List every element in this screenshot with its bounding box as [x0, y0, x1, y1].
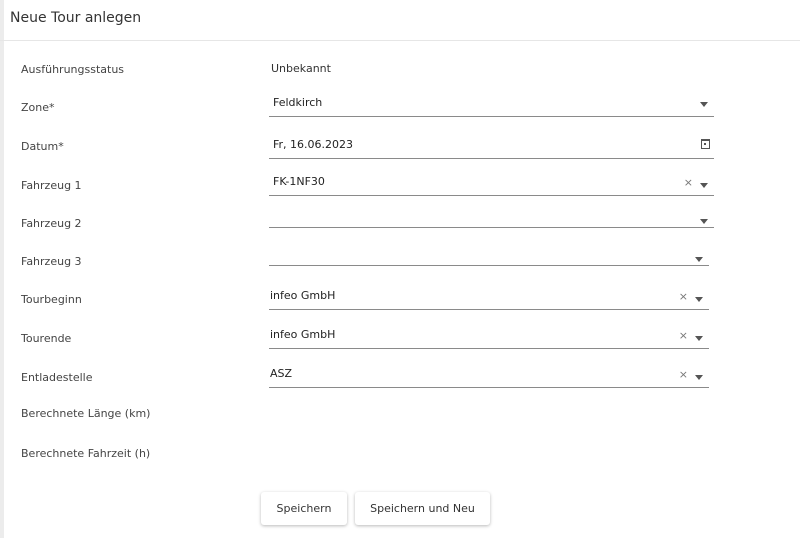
close-icon[interactable]: × [679, 329, 688, 343]
fahrzeug1-value: FK-1NF30 [273, 175, 325, 188]
fahrzeug1-select[interactable]: FK-1NF30 × [269, 173, 714, 196]
tourende-label: Tourende [21, 332, 72, 345]
fahrzeug2-label: Fahrzeug 2 [21, 217, 82, 230]
close-icon[interactable]: × [679, 368, 688, 382]
chevron-down-icon[interactable] [700, 219, 708, 224]
zone-value: Feldkirch [273, 96, 323, 109]
fahrzeug2-row: Fahrzeug 2 [0, 205, 800, 235]
tourbeginn-select[interactable]: infeo GmbH × [269, 287, 709, 310]
tourbeginn-label: Tourbeginn [21, 293, 82, 306]
chevron-down-icon[interactable] [700, 102, 708, 107]
fahrzeug3-row: Fahrzeug 3 [0, 243, 800, 273]
status-row: Ausführungsstatus Unbekannt [0, 57, 800, 87]
entladestelle-label: Entladestelle [21, 371, 93, 384]
fahrzeit-label: Berechnete Fahrzeit (h) [21, 447, 151, 460]
fahrzeit-row: Berechnete Fahrzeit (h) [0, 441, 800, 471]
status-label: Ausführungsstatus [21, 63, 125, 76]
tourbeginn-row: Tourbeginn infeo GmbH × [0, 287, 800, 317]
status-value: Unbekannt [271, 62, 331, 75]
tourende-row: Tourende infeo GmbH × [0, 326, 800, 356]
fahrzeug1-label: Fahrzeug 1 [21, 179, 82, 192]
save-and-new-button[interactable]: Speichern und Neu [355, 492, 490, 525]
laenge-row: Berechnete Länge (km) [0, 401, 800, 431]
fahrzeug2-select[interactable] [269, 205, 714, 228]
datum-datepicker[interactable]: Fr, 16.06.2023 [269, 136, 714, 159]
entladestelle-value: ASZ [270, 367, 293, 380]
zone-select[interactable]: Feldkirch [269, 94, 714, 117]
laenge-label: Berechnete Länge (km) [21, 407, 151, 420]
zone-row: Zone* Feldkirch [0, 94, 800, 124]
tourende-value: infeo GmbH [270, 328, 336, 341]
zone-label: Zone* [21, 101, 55, 114]
tourbeginn-value: infeo GmbH [270, 289, 336, 302]
fahrzeug3-select[interactable] [269, 243, 709, 266]
close-icon[interactable]: × [679, 290, 688, 304]
tourende-select[interactable]: infeo GmbH × [269, 326, 709, 349]
save-button[interactable]: Speichern [261, 492, 347, 525]
dialog-title: Neue Tour anlegen [10, 10, 142, 26]
chevron-down-icon[interactable] [695, 375, 703, 380]
entladestelle-select[interactable]: ASZ × [269, 365, 709, 388]
close-icon[interactable]: × [684, 176, 693, 190]
calendar-icon[interactable] [701, 139, 710, 149]
datum-value: Fr, 16.06.2023 [273, 138, 354, 151]
fahrzeug3-label: Fahrzeug 3 [21, 255, 82, 268]
chevron-down-icon[interactable] [695, 297, 703, 302]
datum-label: Datum* [21, 140, 64, 153]
chevron-down-icon[interactable] [695, 336, 703, 341]
chevron-down-icon[interactable] [700, 183, 708, 188]
fahrzeug1-row: Fahrzeug 1 FK-1NF30 × [0, 173, 800, 203]
chevron-down-icon[interactable] [695, 257, 703, 262]
entladestelle-row: Entladestelle ASZ × [0, 365, 800, 395]
datum-row: Datum* Fr, 16.06.2023 [0, 136, 800, 166]
dialog-header: Neue Tour anlegen [0, 0, 800, 41]
